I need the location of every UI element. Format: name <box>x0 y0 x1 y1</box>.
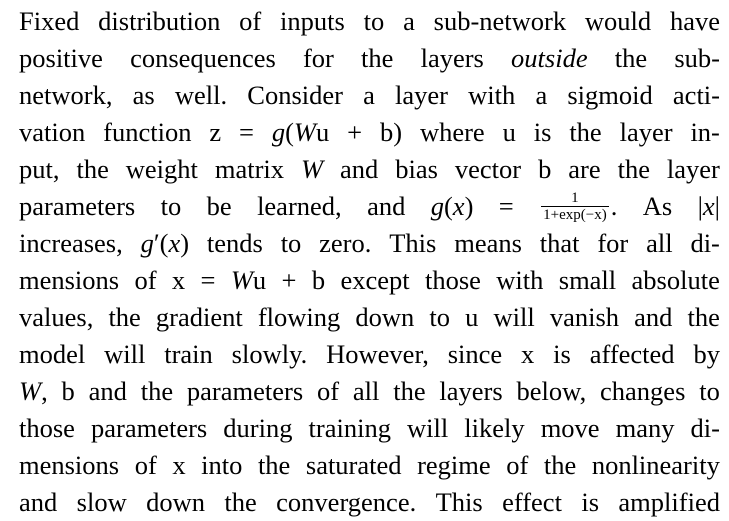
text-line-4: vation function z = g(Wu + b) where u is the layer i… <box>19 117 720 147</box>
text-line-5: put, the weight matrix Wand bias vector b are the… <box>19 154 720 184</box>
text-line-7: increases, g′(x) tends to zero. This means that… <box>19 228 720 258</box>
text-line-8: mensions of x = Wu + b except those with small abso… <box>19 265 720 295</box>
text-line-3: network, as well. Consider a layer with a sigmoi… <box>19 80 720 110</box>
text-line-12: those parameters during training will likely m… <box>19 413 720 443</box>
sigmoid-fraction: 1 1+exp(−x) <box>541 190 609 224</box>
text-line-1: Fixed distribution of inputs to a sub-network w… <box>19 6 720 36</box>
text-line-10: model will train slowly. However, since x is aff… <box>19 339 720 369</box>
text-line-6: parameters to be learned, and g(x) = 1 1+exp(−x)… <box>19 190 720 224</box>
paper-page: Fixed distribution of inputs to a sub-network w… <box>0 0 729 518</box>
text-line-14: and slow down the convergence. This effect is am… <box>19 487 720 517</box>
text-line-13: mensions of x into the saturated regime of the no… <box>19 450 720 480</box>
text-line-11: W, b and the parameters of all the layers below, c… <box>19 376 720 406</box>
text-line-2: positive consequences for the layers outside t… <box>19 43 720 73</box>
text-line-9: values, the gradient flowing down to u will vani… <box>19 302 720 332</box>
